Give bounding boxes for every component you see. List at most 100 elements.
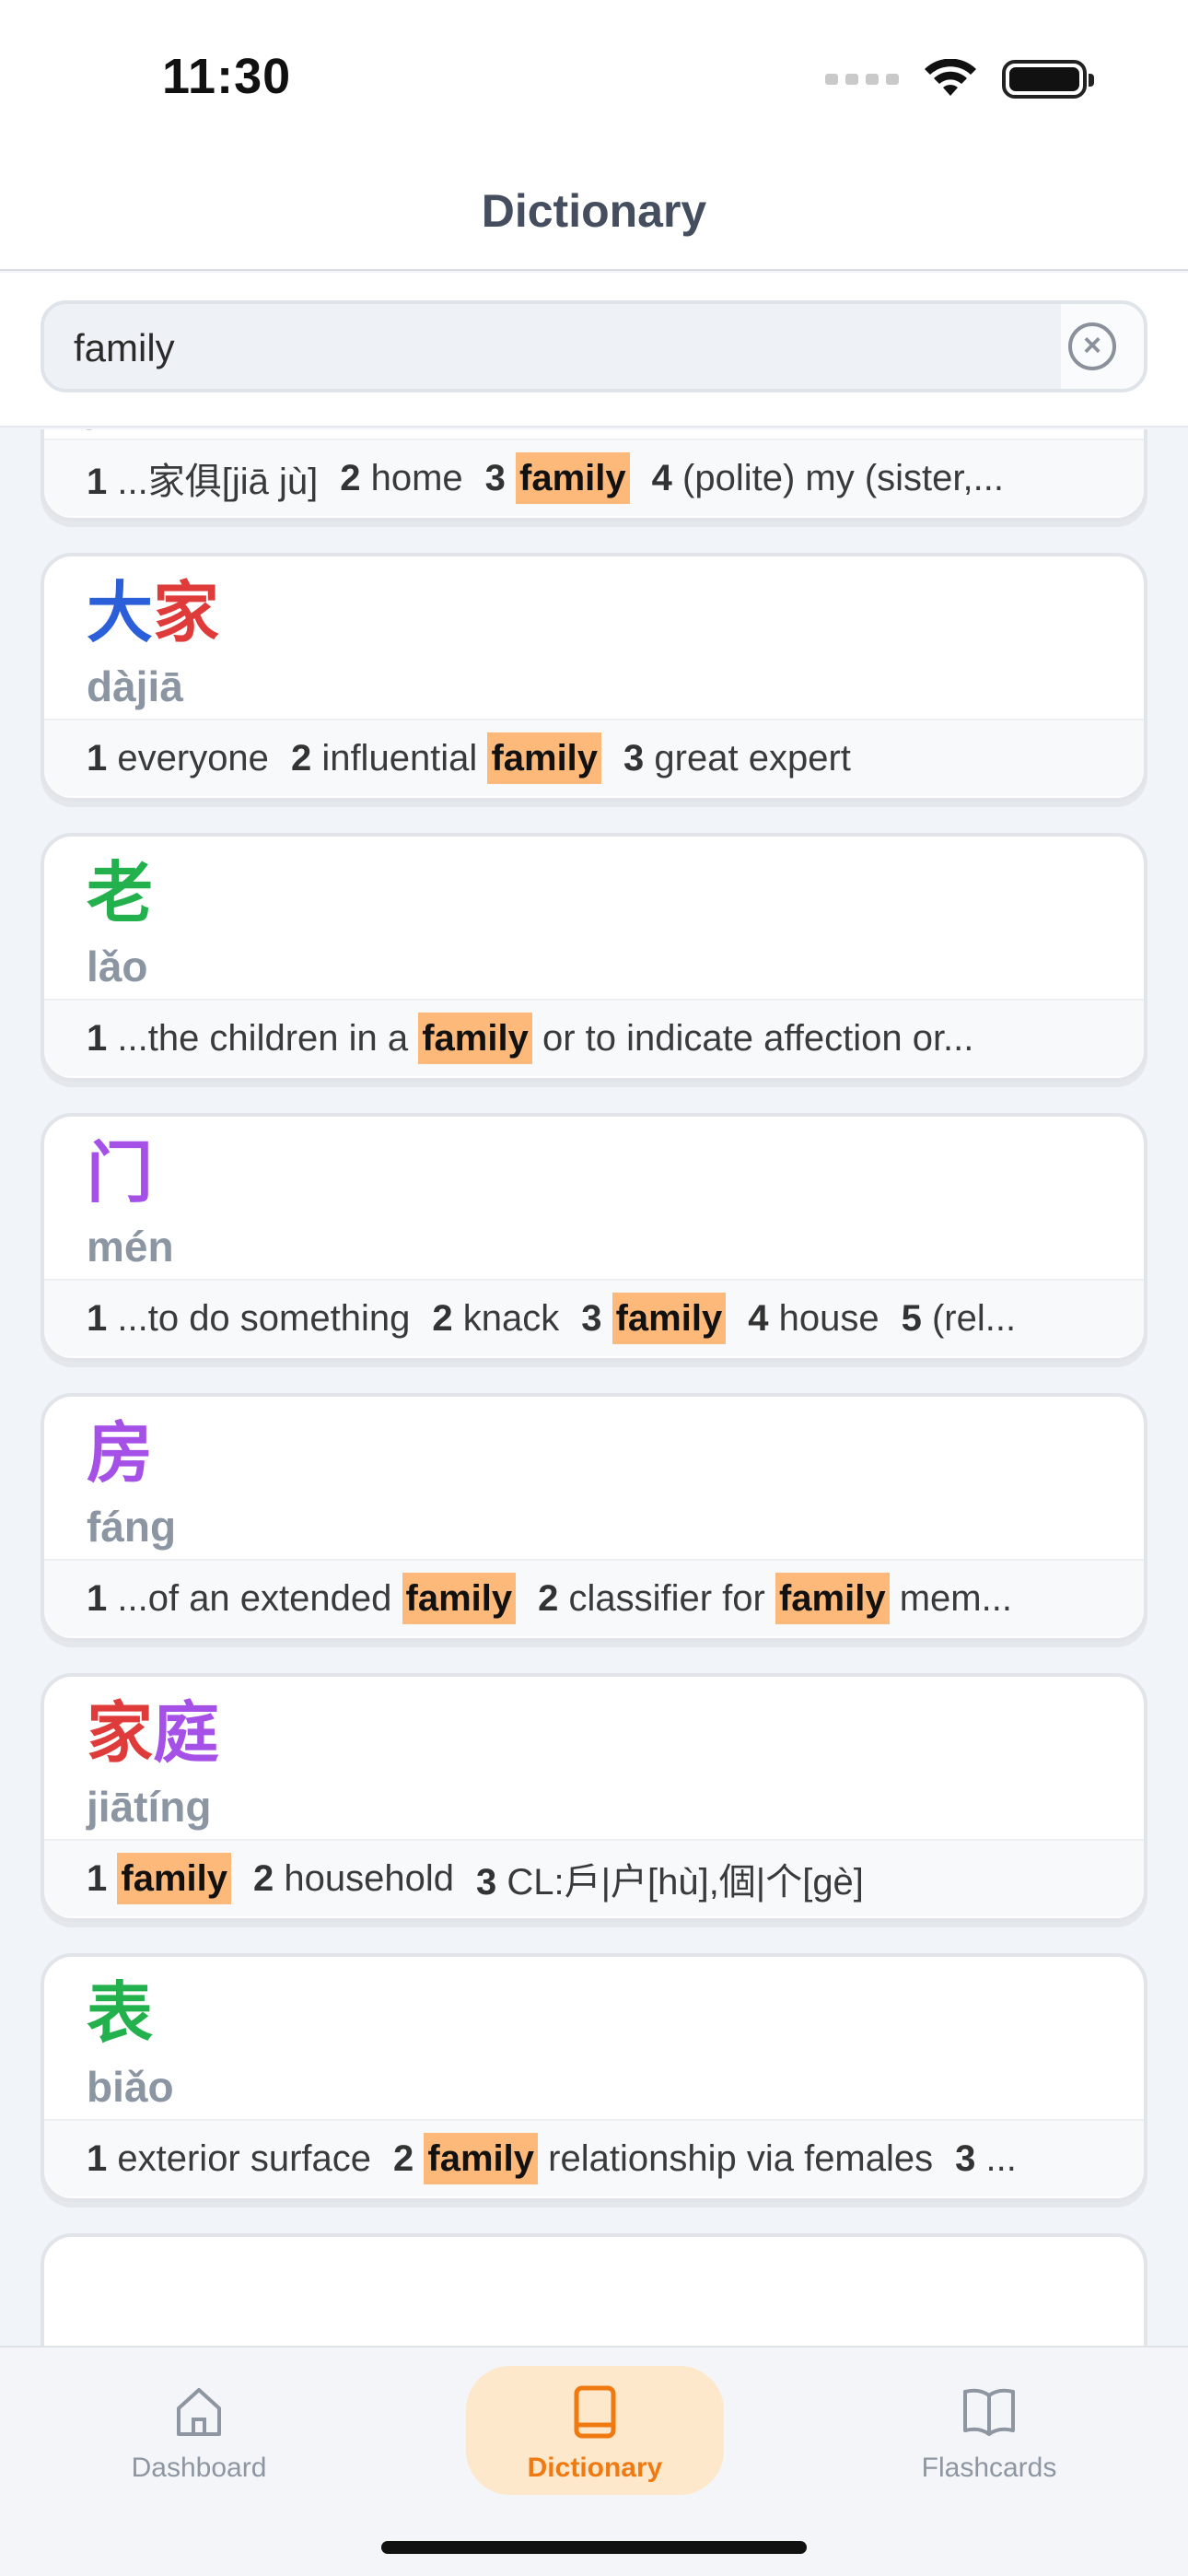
definition-number: 3 xyxy=(955,2137,976,2179)
clear-search-icon[interactable]: × xyxy=(1068,322,1116,370)
definition-text: (polite) my (sister,... xyxy=(682,457,1004,498)
definitions: 1 everyone 2 influential family 3 great ex… xyxy=(44,719,1144,796)
definition-number: 1 xyxy=(87,2137,108,2179)
definition-number: 2 xyxy=(340,457,361,498)
search-input[interactable] xyxy=(74,321,1050,376)
highlight-match: family xyxy=(775,1572,890,1624)
definition-number: 3 xyxy=(475,1862,497,1903)
definition-item: 2 influential family xyxy=(290,732,602,784)
definitions: 1 ...to do something 2 knack 3 family 4 hou… xyxy=(44,1279,1144,1356)
hanzi-char: 家 xyxy=(153,577,220,650)
definition-text: classifier for xyxy=(568,1577,775,1619)
screen: 11:30 Dictionary × 家 jiā 1 ...家俱[jiā jù] 2 … xyxy=(0,0,1188,2576)
battery-icon xyxy=(1002,60,1094,99)
search-bar: × xyxy=(0,273,1188,427)
definition-item: 5 (rel... xyxy=(902,1298,1017,1340)
hanzi: 房 xyxy=(87,1410,153,1498)
definition-text: ... xyxy=(985,2137,1017,2179)
definition-item: 1 ...the children in a family or to indi… xyxy=(87,1012,974,1064)
result-card[interactable]: 房 fáng 1 ...of an extended family 2 classif… xyxy=(41,1393,1147,1642)
hanzi: 表 xyxy=(87,1970,153,2058)
hanzi-char: 老 xyxy=(87,857,154,931)
definition-item: 4 house xyxy=(748,1298,879,1340)
pinyin: fáng xyxy=(87,1503,177,1551)
definition-item: 1 exterior surface xyxy=(87,2138,371,2180)
pinyin: jiā xyxy=(87,429,134,433)
definition-text: knack xyxy=(462,1297,560,1339)
book-icon xyxy=(574,2385,616,2439)
result-card[interactable]: 老 lǎo 1 ...the children in a family or to … xyxy=(41,833,1147,1082)
result-card[interactable]: 大家 dàjiā 1 everyone 2 influential family 3 g… xyxy=(41,553,1147,802)
definition-text: (rel... xyxy=(931,1297,1017,1339)
highlight-match: family xyxy=(487,732,602,784)
highlight-match: family xyxy=(424,2132,539,2184)
hanzi-char: 家 xyxy=(87,1697,154,1771)
definition-item: 3 family xyxy=(581,1292,727,1344)
definition-item: 2 home xyxy=(340,458,462,499)
definition-number: 2 xyxy=(290,737,312,779)
definitions: 1 ...the children in a family or to indi… xyxy=(44,999,1144,1076)
tab-label: Dictionary xyxy=(527,2453,663,2483)
hanzi-char: 门 xyxy=(87,1137,154,1211)
definition-item: 1 ...家俱[jiā jù] xyxy=(87,451,318,505)
hanzi: 大家 xyxy=(87,569,219,658)
definition-number: 1 xyxy=(87,737,108,779)
tab-flashcards[interactable]: Flashcards xyxy=(860,2366,1118,2495)
definition-text: ...the children in a xyxy=(117,1017,419,1059)
definition-text: ...家俱[jiā jù] xyxy=(117,462,319,502)
definition-text: ...of an extended xyxy=(117,1577,402,1619)
hanzi: 家庭 xyxy=(87,1690,219,1778)
open-book-icon xyxy=(963,2388,1015,2436)
definition-number: 4 xyxy=(651,457,672,498)
result-card[interactable]: 家庭 jiātíng 1 family 2 household 3 CL:戶|户[hù]… xyxy=(41,1673,1147,1922)
definition-number: 1 xyxy=(87,1017,108,1059)
tab-label: Flashcards xyxy=(921,2453,1057,2483)
definition-text: house xyxy=(778,1297,879,1339)
definition-text: household xyxy=(284,1857,454,1899)
result-card[interactable]: 表 biǎo 1 exterior surface 2 family relation… xyxy=(41,1953,1147,2202)
definition-item: 1 ...to do something xyxy=(87,1298,410,1340)
definition-item: 2 classifier for family mem... xyxy=(538,1572,1012,1624)
hanzi-char: 庭 xyxy=(153,1697,220,1771)
status-icons xyxy=(825,59,1094,100)
definition-number: 3 xyxy=(484,457,506,498)
pinyin: mén xyxy=(87,1223,174,1270)
definition-item: 1 family xyxy=(87,1852,231,1904)
definition-text: mem... xyxy=(889,1577,1012,1619)
tab-dictionary[interactable]: Dictionary xyxy=(466,2366,724,2495)
hanzi: 老 xyxy=(87,849,153,938)
definition-item: 1 ...of an extended family xyxy=(87,1572,517,1624)
definitions: 1 exterior surface 2 family relationship … xyxy=(44,2119,1144,2196)
nav-bar: Dictionary xyxy=(0,147,1188,271)
definition-number: 2 xyxy=(538,1577,559,1619)
home-icon xyxy=(177,2388,221,2436)
definition-number: 3 xyxy=(623,737,645,779)
tab-dashboard[interactable]: Dashboard xyxy=(70,2366,328,2495)
definition-text: everyone xyxy=(117,737,269,779)
definition-number: 2 xyxy=(252,1857,274,1899)
definition-text: influential xyxy=(321,737,488,779)
definition-text: CL:戶|户[hù],個|个[gè] xyxy=(507,1862,864,1903)
search-box[interactable]: × xyxy=(41,300,1147,392)
definition-number: 1 xyxy=(87,1577,108,1619)
highlight-match: family xyxy=(117,1852,231,1904)
definition-text: relationship via females xyxy=(538,2137,934,2179)
definition-number: 2 xyxy=(432,1297,453,1339)
pinyin: jiātíng xyxy=(87,1783,212,1831)
definition-number: 1 xyxy=(87,462,108,502)
highlight-match: family xyxy=(418,1012,532,1064)
result-card[interactable]: 门 mén 1 ...to do something 2 knack 3 family 4… xyxy=(41,1113,1147,1362)
definitions: 1 ...家俱[jiā jù] 2 home 3 family 4 (polite) … xyxy=(44,439,1144,516)
result-card[interactable]: 家jiā1 ...家俱[jiā jù]2 home3 family4 (poli… xyxy=(41,429,1147,521)
result-card[interactable] xyxy=(41,2233,1147,2346)
hanzi: 门 xyxy=(87,1130,153,1218)
highlight-match: family xyxy=(402,1572,517,1624)
tab-label: Dashboard xyxy=(131,2453,267,2483)
pinyin: biǎo xyxy=(87,2063,174,2111)
definition-text: ...to do something xyxy=(117,1297,411,1339)
pinyin: dàjiā xyxy=(87,662,183,710)
definition-text: or to indicate affection or... xyxy=(531,1017,974,1059)
cellular-signal-icon xyxy=(825,74,899,85)
definition-item: 2 family relationship via females xyxy=(393,2132,934,2184)
results-list[interactable]: 家 jiā 1 ...家俱[jiā jù] 2 home 3 family 4 (poli… xyxy=(0,429,1188,2346)
